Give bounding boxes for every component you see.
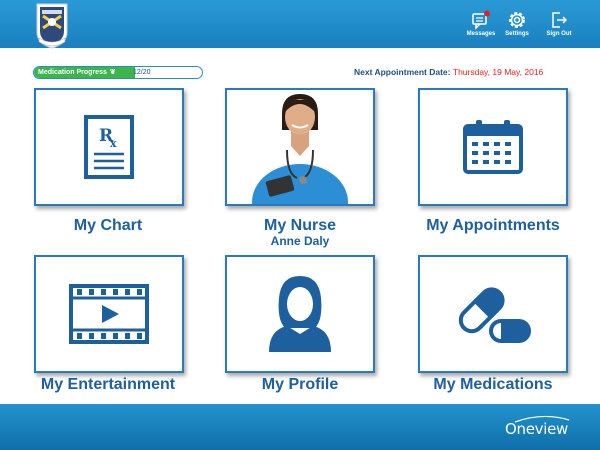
calendar-icon xyxy=(463,120,523,174)
my-nurse-tile[interactable] xyxy=(225,88,375,206)
messages-icon xyxy=(472,10,490,30)
my-nurse-name: Anne Daly xyxy=(270,234,330,248)
my-chart-title: My Chart xyxy=(73,217,143,234)
oneview-logo: Oneview xyxy=(505,415,570,438)
settings-label: Settings xyxy=(505,31,529,37)
profile-icon xyxy=(269,276,331,352)
nurse-photo xyxy=(252,94,348,204)
video-film-icon xyxy=(69,284,149,344)
my-profile-title: My Profile xyxy=(261,376,339,393)
progress-label: Medication Progress xyxy=(38,69,107,76)
pills-icon xyxy=(458,287,531,343)
my-medications-title: My Medications xyxy=(433,376,553,393)
medication-progress-bar: Medication Progress ❦ 12/20 xyxy=(33,66,203,79)
my-appointments-tile[interactable] xyxy=(418,88,568,206)
next-appointment-label: Next Appointment Date: xyxy=(354,67,451,77)
settings-icon xyxy=(509,12,525,28)
logo-swoosh xyxy=(514,415,570,423)
hospital-crest-logo xyxy=(36,3,68,49)
my-chart-tile[interactable]: R x xyxy=(34,88,184,206)
svg-text:x: x xyxy=(110,137,117,150)
my-appointments-title: My Appointments xyxy=(426,217,560,234)
sign-out-button[interactable]: Sign Out xyxy=(536,10,582,44)
my-entertainment-title: My Entertainment xyxy=(40,376,176,393)
progress-label-wrap: Medication Progress ❦ xyxy=(38,67,116,78)
sign-out-icon xyxy=(552,12,568,28)
next-appointment: Next Appointment Date: Thursday, 19 May,… xyxy=(354,67,543,77)
my-entertainment-tile[interactable] xyxy=(34,255,184,373)
my-nurse-title: My Nurse xyxy=(263,217,337,234)
prescription-chart-icon: R x xyxy=(84,115,134,179)
progress-count: 12/20 xyxy=(133,69,151,76)
leaf-icon: ❦ xyxy=(109,69,116,76)
my-medications-tile[interactable] xyxy=(418,255,568,373)
sign-out-label: Sign Out xyxy=(546,31,572,37)
settings-button[interactable]: Settings xyxy=(494,10,540,44)
my-profile-tile[interactable] xyxy=(225,255,375,373)
next-appointment-date: Thursday, 19 May, 2016 xyxy=(452,67,544,77)
